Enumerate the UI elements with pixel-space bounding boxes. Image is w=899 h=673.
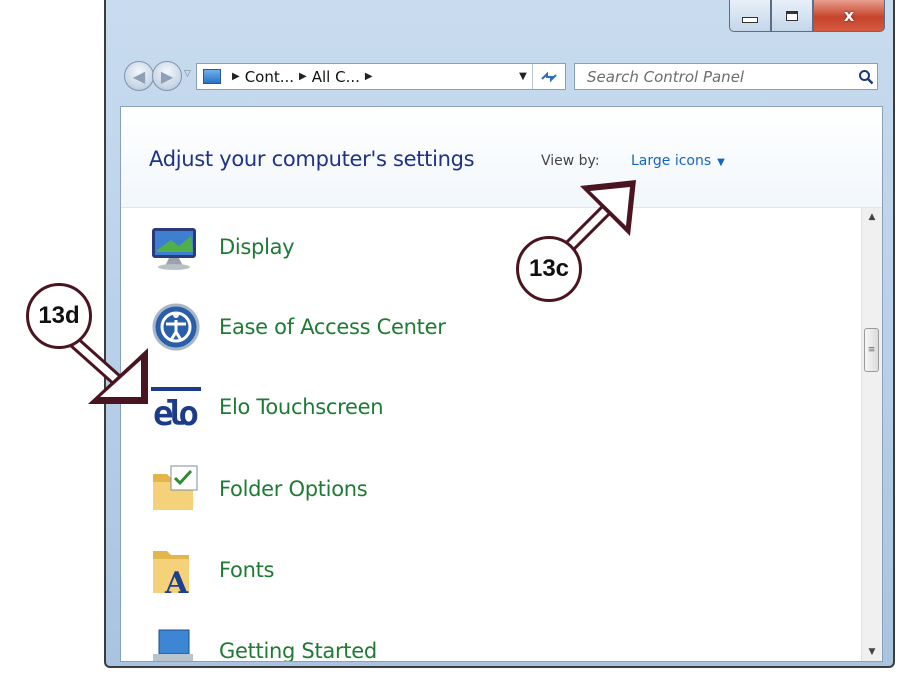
annotation-arrows	[67, 180, 636, 404]
callout-13d: 13d	[26, 283, 92, 349]
callout-13c: 13c	[516, 236, 582, 302]
callout-13c-arrow	[561, 180, 636, 255]
callout-13d-arrow	[67, 335, 148, 404]
